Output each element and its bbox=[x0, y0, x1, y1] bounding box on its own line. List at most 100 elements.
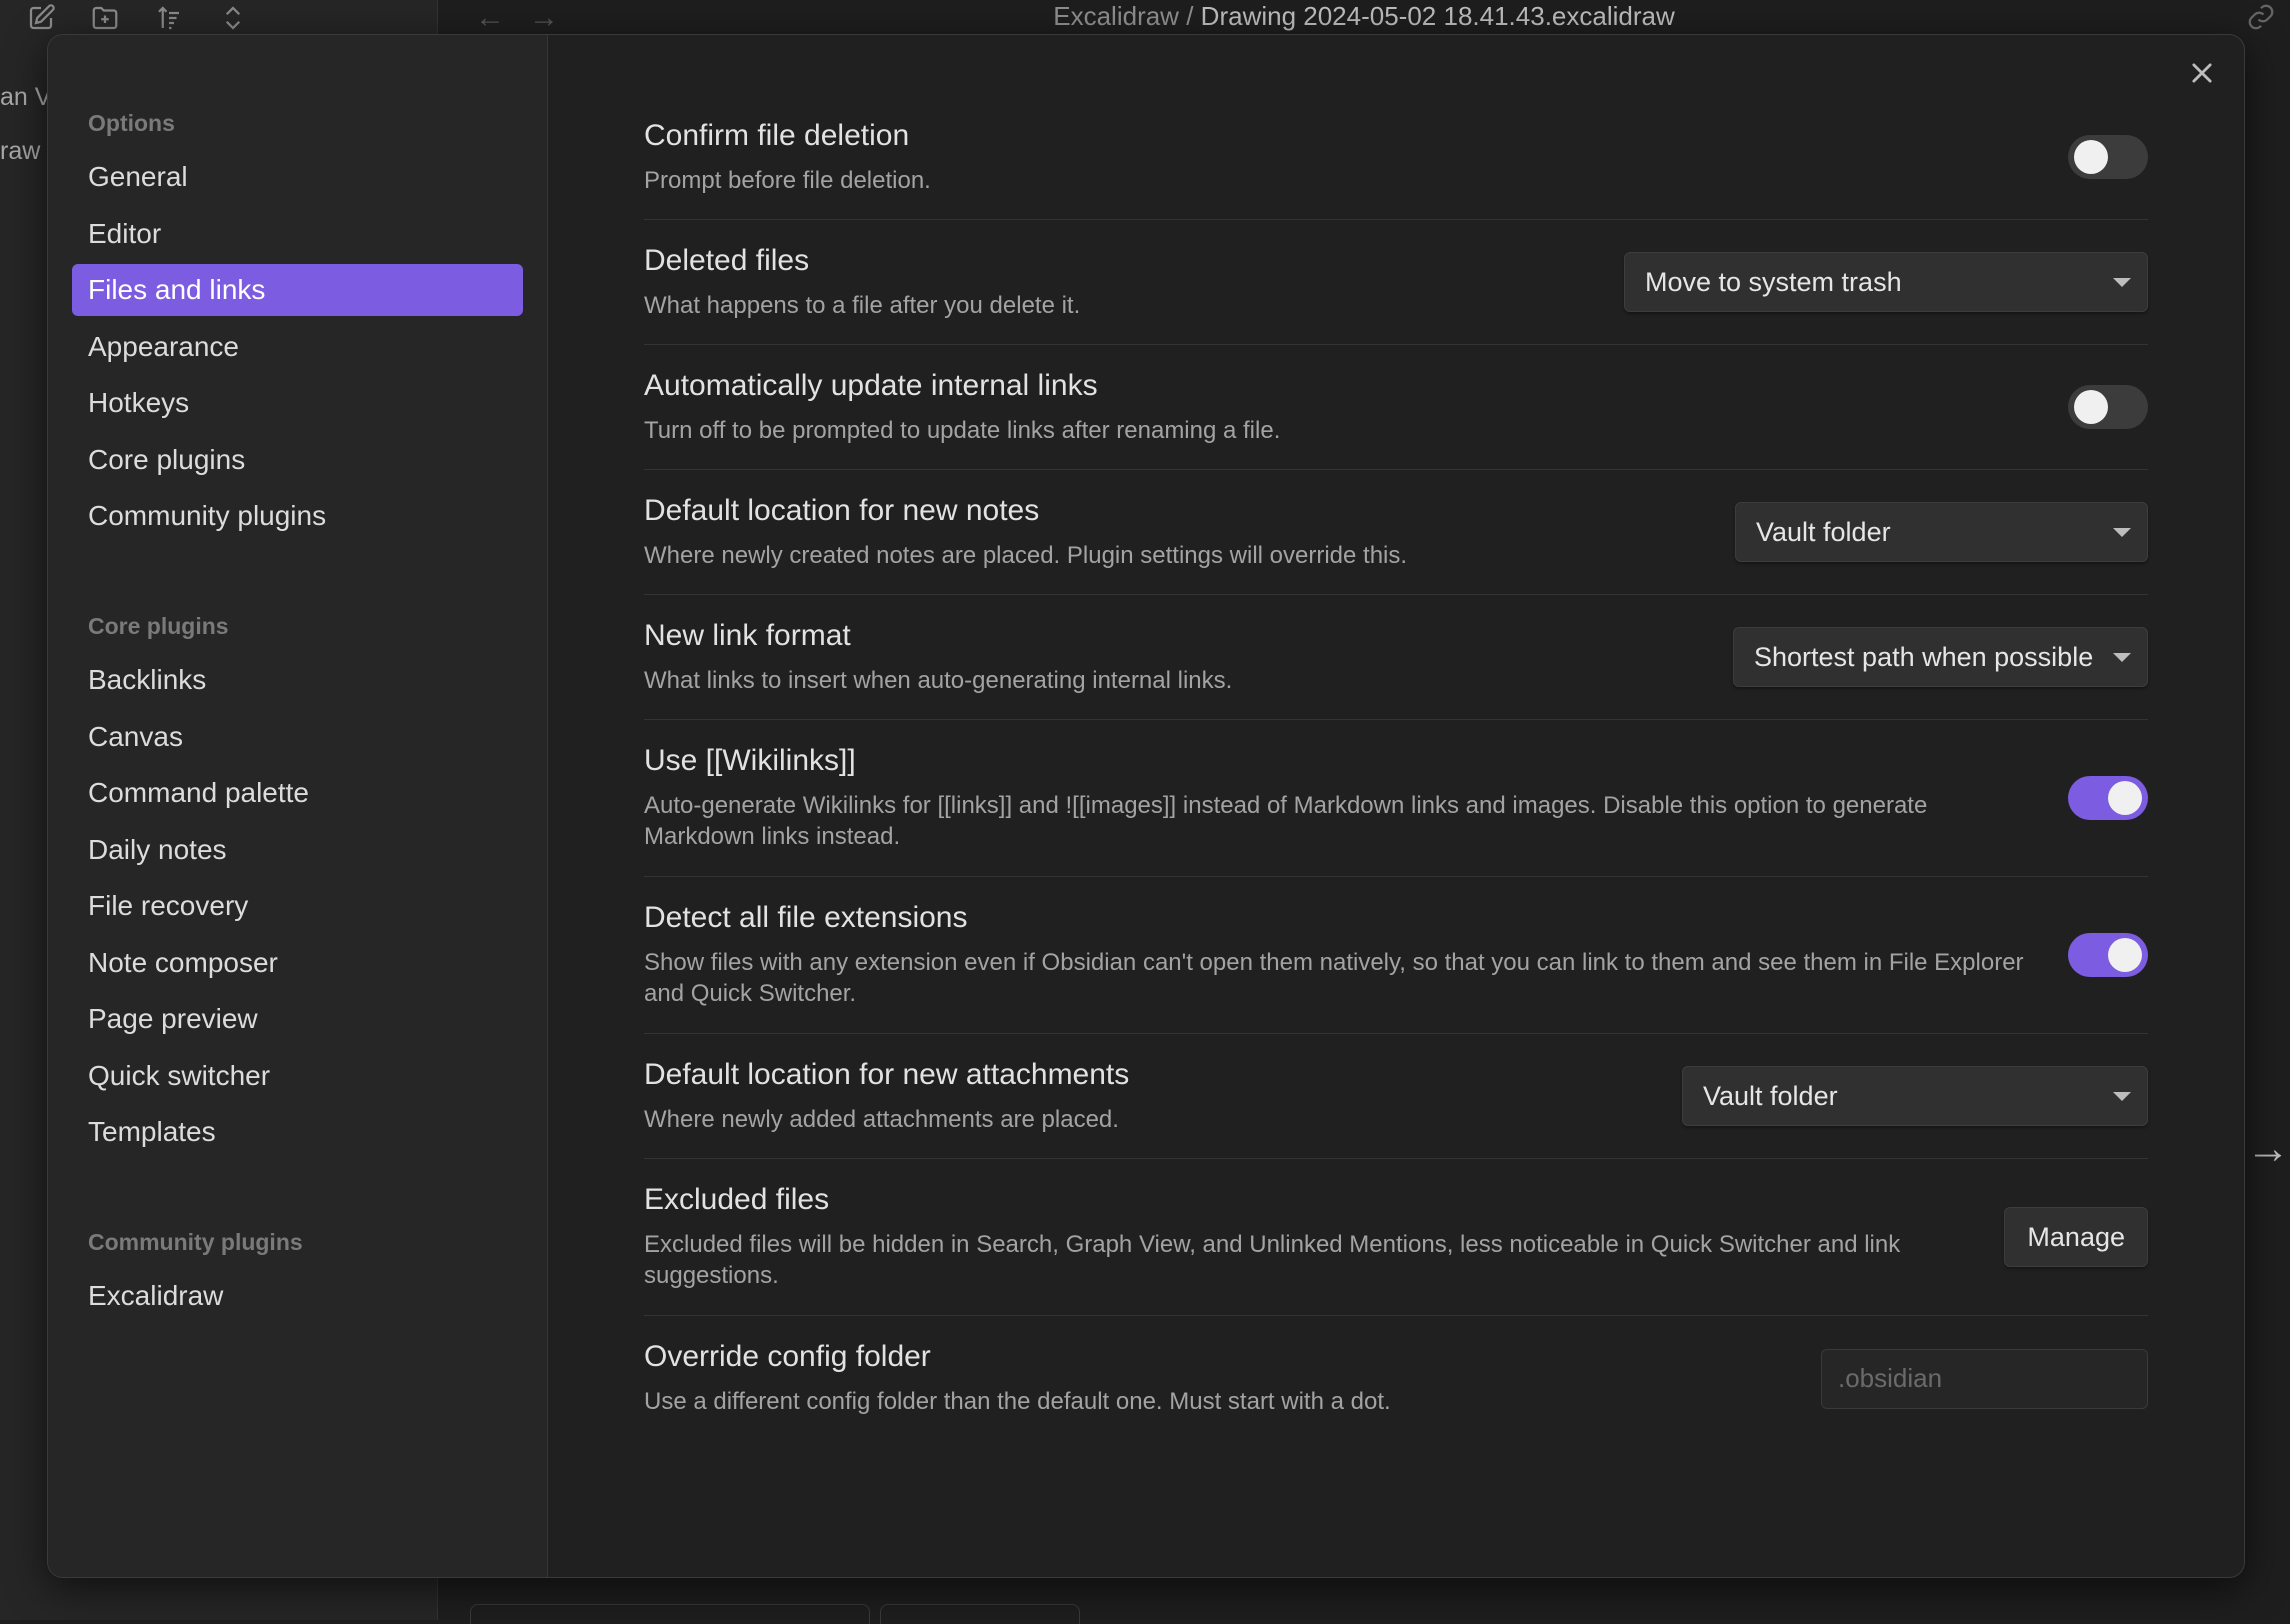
sidebar-item-editor[interactable]: Editor bbox=[72, 208, 523, 260]
chevron-down-icon bbox=[2113, 278, 2131, 287]
setting-info: New link format What links to insert whe… bbox=[644, 619, 1733, 696]
setting-name: Override config folder bbox=[644, 1340, 1781, 1374]
sidebar-item-note-composer[interactable]: Note composer bbox=[72, 937, 523, 989]
breadcrumb-separator: / bbox=[1186, 1, 1193, 31]
setting-default-location-notes: Default location for new notes Where new… bbox=[644, 470, 2148, 595]
setting-auto-update-links: Automatically update internal links Turn… bbox=[644, 345, 2148, 470]
canvas-arrow-icon: → bbox=[2246, 1124, 2290, 1174]
sidebar-item-templates[interactable]: Templates bbox=[72, 1106, 523, 1158]
sidebar-item-command-palette[interactable]: Command palette bbox=[72, 767, 523, 819]
setting-deleted-files: Deleted files What happens to a file aft… bbox=[644, 220, 2148, 345]
link-icon[interactable] bbox=[2246, 2, 2276, 32]
dropdown-value: Vault folder bbox=[1703, 1081, 1838, 1112]
setting-excluded-files: Excluded files Excluded files will be hi… bbox=[644, 1159, 2148, 1316]
setting-description: Where newly added attachments are placed… bbox=[644, 1104, 1642, 1135]
sidebar-item-canvas[interactable]: Canvas bbox=[72, 711, 523, 763]
setting-info: Confirm file deletion Prompt before file… bbox=[644, 119, 2068, 196]
sidebar-item-core-plugins[interactable]: Core plugins bbox=[72, 434, 523, 486]
sidebar-item-appearance[interactable]: Appearance bbox=[72, 321, 523, 373]
setting-name: Detect all file extensions bbox=[644, 901, 2028, 935]
sidebar-item-file-recovery[interactable]: File recovery bbox=[72, 880, 523, 932]
setting-description: Prompt before file deletion. bbox=[644, 165, 2028, 196]
toggle-knob bbox=[2074, 140, 2108, 174]
default-location-notes-dropdown[interactable]: Vault folder bbox=[1735, 502, 2148, 562]
use-wikilinks-toggle[interactable] bbox=[2068, 776, 2148, 820]
config-folder-input[interactable] bbox=[1821, 1349, 2148, 1409]
sidebar-item-hotkeys[interactable]: Hotkeys bbox=[72, 377, 523, 429]
toggle-knob bbox=[2108, 781, 2142, 815]
sidebar-item-excalidraw[interactable]: Excalidraw bbox=[72, 1270, 523, 1322]
sort-icon[interactable] bbox=[152, 1, 186, 35]
setting-description: Show files with any extension even if Ob… bbox=[644, 947, 2028, 1009]
sidebar-item-daily-notes[interactable]: Daily notes bbox=[72, 824, 523, 876]
setting-description: Use a different config folder than the d… bbox=[644, 1386, 1781, 1417]
setting-name: New link format bbox=[644, 619, 1693, 653]
auto-update-links-toggle[interactable] bbox=[2068, 385, 2148, 429]
setting-name: Default location for new attachments bbox=[644, 1058, 1642, 1092]
setting-detect-file-extensions: Detect all file extensions Show files wi… bbox=[644, 877, 2148, 1034]
deleted-files-dropdown[interactable]: Move to system trash bbox=[1624, 252, 2148, 312]
expand-collapse-icon[interactable] bbox=[216, 1, 250, 35]
confirm-deletion-toggle[interactable] bbox=[2068, 135, 2148, 179]
setting-description: Turn off to be prompted to update links … bbox=[644, 415, 2028, 446]
setting-description: Where newly created notes are placed. Pl… bbox=[644, 540, 1695, 571]
setting-description: Auto-generate Wikilinks for [[links]] an… bbox=[644, 790, 2028, 852]
setting-name: Confirm file deletion bbox=[644, 119, 2028, 153]
setting-info: Override config folder Use a different c… bbox=[644, 1340, 1821, 1417]
settings-sidebar: Options General Editor Files and links A… bbox=[48, 35, 548, 1577]
sidebar-header-core-plugins: Core plugins bbox=[72, 598, 523, 654]
new-note-icon[interactable] bbox=[24, 1, 58, 35]
back-arrow-icon[interactable]: ← bbox=[470, 0, 510, 36]
sidebar-item-general[interactable]: General bbox=[72, 151, 523, 203]
sidebar-item-quick-switcher[interactable]: Quick switcher bbox=[72, 1050, 523, 1102]
setting-confirm-file-deletion: Confirm file deletion Prompt before file… bbox=[644, 95, 2148, 220]
sidebar-header-community-plugins: Community plugins bbox=[72, 1214, 523, 1270]
setting-name: Default location for new notes bbox=[644, 494, 1695, 528]
sidebar-item-backlinks[interactable]: Backlinks bbox=[72, 654, 523, 706]
forward-arrow-icon[interactable]: → bbox=[524, 0, 564, 36]
sidebar-item-community-plugins[interactable]: Community plugins bbox=[72, 490, 523, 542]
settings-modal: Options General Editor Files and links A… bbox=[47, 34, 2245, 1578]
file-explorer-toolbar bbox=[0, 0, 438, 36]
setting-name: Use [[Wikilinks]] bbox=[644, 744, 2028, 778]
breadcrumb-current[interactable]: Drawing 2024-05-02 18.41.43.excalidraw bbox=[1201, 1, 1675, 31]
chevron-down-icon bbox=[2113, 1092, 2131, 1101]
setting-info: Automatically update internal links Turn… bbox=[644, 369, 2068, 446]
tab-peek bbox=[880, 1604, 1080, 1624]
dropdown-value: Move to system trash bbox=[1645, 267, 1902, 298]
sidebar-item-files-and-links[interactable]: Files and links bbox=[72, 264, 523, 316]
setting-info: Detect all file extensions Show files wi… bbox=[644, 901, 2068, 1009]
setting-description: What happens to a file after you delete … bbox=[644, 290, 1584, 321]
chevron-down-icon bbox=[2113, 653, 2131, 662]
new-folder-icon[interactable] bbox=[88, 1, 122, 35]
setting-info: Use [[Wikilinks]] Auto-generate Wikilink… bbox=[644, 744, 2068, 852]
setting-description: What links to insert when auto-generatin… bbox=[644, 665, 1693, 696]
toggle-knob bbox=[2108, 938, 2142, 972]
bottom-tabs-peek bbox=[470, 1604, 1080, 1624]
setting-override-config-folder: Override config folder Use a different c… bbox=[644, 1316, 2148, 1441]
setting-name: Automatically update internal links bbox=[644, 369, 2028, 403]
manage-button[interactable]: Manage bbox=[2004, 1207, 2148, 1267]
setting-use-wikilinks: Use [[Wikilinks]] Auto-generate Wikilink… bbox=[644, 720, 2148, 877]
setting-description: Excluded files will be hidden in Search,… bbox=[644, 1229, 1964, 1291]
setting-info: Deleted files What happens to a file aft… bbox=[644, 244, 1624, 321]
dropdown-value: Shortest path when possible bbox=[1754, 642, 2093, 673]
setting-name: Excluded files bbox=[644, 1183, 1964, 1217]
setting-info: Excluded files Excluded files will be hi… bbox=[644, 1183, 2004, 1291]
breadcrumb: Excalidraw / Drawing 2024-05-02 18.41.43… bbox=[438, 0, 2290, 32]
toggle-knob bbox=[2074, 390, 2108, 424]
new-link-format-dropdown[interactable]: Shortest path when possible bbox=[1733, 627, 2148, 687]
setting-info: Default location for new notes Where new… bbox=[644, 494, 1735, 571]
dropdown-value: Vault folder bbox=[1756, 517, 1891, 548]
chevron-down-icon bbox=[2113, 528, 2131, 537]
sidebar-header-options: Options bbox=[72, 95, 523, 151]
sidebar-item-page-preview[interactable]: Page preview bbox=[72, 993, 523, 1045]
setting-name: Deleted files bbox=[644, 244, 1584, 278]
settings-content: Confirm file deletion Prompt before file… bbox=[548, 35, 2244, 1577]
detect-extensions-toggle[interactable] bbox=[2068, 933, 2148, 977]
setting-info: Default location for new attachments Whe… bbox=[644, 1058, 1682, 1135]
setting-default-location-attachments: Default location for new attachments Whe… bbox=[644, 1034, 2148, 1159]
tab-peek bbox=[470, 1604, 870, 1624]
default-location-attachments-dropdown[interactable]: Vault folder bbox=[1682, 1066, 2148, 1126]
breadcrumb-parent[interactable]: Excalidraw bbox=[1053, 1, 1179, 31]
